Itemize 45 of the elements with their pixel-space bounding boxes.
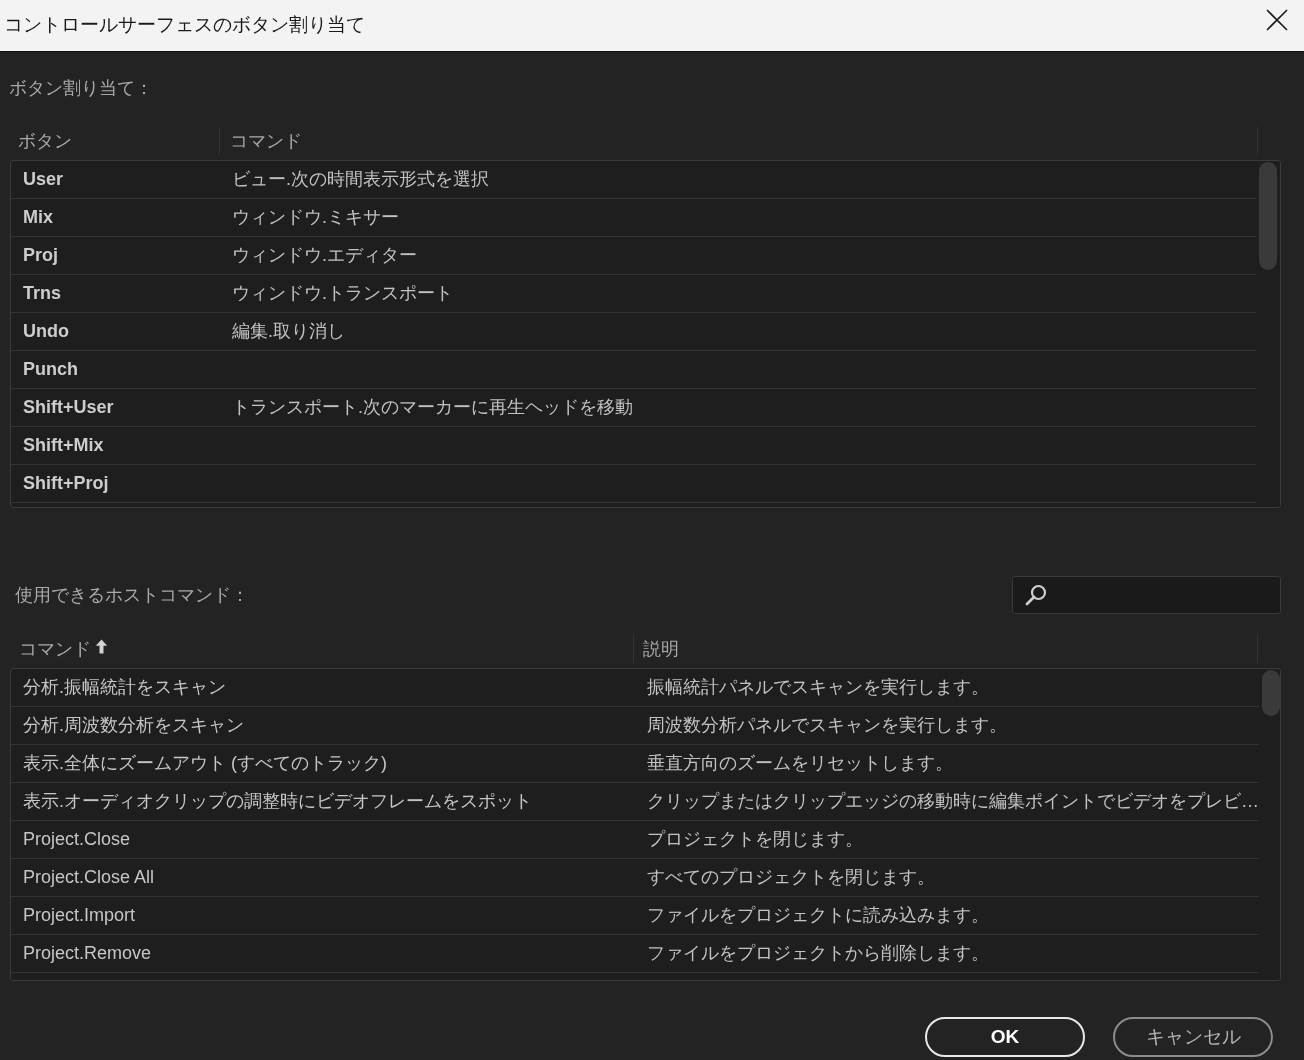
command-name[interactable]: Project.Close All <box>23 867 155 887</box>
command-description: 周波数分析パネルでスキャンを実行します。 <box>647 715 1007 735</box>
assigned-command[interactable]: ウィンドウ.エディター <box>232 245 417 265</box>
command-name[interactable]: Project.Close <box>23 829 131 849</box>
command-description: プロジェクトを閉じます。 <box>647 829 863 849</box>
assigned-command[interactable]: 編集.取り消し <box>232 321 345 341</box>
command-description: 垂直方向のズームをリセットします。 <box>647 753 953 773</box>
scrollbar-thumb[interactable] <box>1262 670 1280 716</box>
command-name[interactable]: 表示.オーディオクリップの調整時にビデオフレームをスポット <box>23 791 532 811</box>
assigned-command[interactable]: ビュー.次の時間表示形式を選択 <box>232 169 489 189</box>
command-name[interactable]: 分析.振幅統計をスキャン <box>23 677 226 697</box>
scrollbar-thumb[interactable] <box>1259 162 1277 270</box>
command-description: ファイルをプロジェクトに読み込みます。 <box>647 905 989 925</box>
close-icon[interactable] <box>1266 8 1288 31</box>
button-name[interactable]: Shift+User <box>23 397 114 417</box>
section-label: 使用できるホストコマンド： <box>14 583 249 607</box>
assigned-command[interactable]: ウィンドウ.ミキサー <box>232 207 399 227</box>
command-name[interactable]: 分析.周波数分析をスキャン <box>23 715 244 735</box>
command-description: すべてのプロジェクトを閉じます。 <box>647 867 935 887</box>
button-name[interactable]: Punch <box>23 359 78 379</box>
button-name[interactable]: Proj <box>23 245 58 265</box>
command-name[interactable]: Project.Remove <box>23 943 152 963</box>
command-description: ファイルをプロジェクトから削除します。 <box>647 943 989 963</box>
button-name[interactable]: Shift+Proj <box>23 473 109 493</box>
command-name[interactable]: Project.Import <box>23 905 136 925</box>
button-name[interactable]: Mix <box>23 207 53 227</box>
search-field[interactable] <box>1012 576 1281 614</box>
button-name[interactable]: User <box>23 169 64 189</box>
dialog-button[interactable]: OK <box>925 1017 1085 1057</box>
search-icon <box>1024 583 1048 607</box>
column-header[interactable]: 説明 <box>634 635 679 663</box>
dialog-button[interactable]: キャンセル <box>1113 1017 1273 1057</box>
button-name[interactable]: Trns <box>23 283 61 303</box>
column-header[interactable]: コマンド <box>220 127 302 155</box>
button-name[interactable]: Shift+Mix <box>23 435 104 455</box>
column-header[interactable]: ボタン <box>10 127 72 155</box>
command-description: 振幅統計パネルでスキャンを実行します。 <box>647 677 989 697</box>
assigned-command[interactable]: ウィンドウ.トランスポート <box>232 283 453 303</box>
assigned-command[interactable]: トランスポート.次のマーカーに再生ヘッドを移動 <box>232 397 633 417</box>
button-name[interactable]: Undo <box>23 321 69 341</box>
command-description: クリップまたはクリップエッジの移動時に編集ポイントでビデオをプレビ… <box>647 791 1259 811</box>
window-title: コントロールサーフェスのボタン割り当て <box>4 13 365 38</box>
column-header[interactable]: コマンド <box>10 635 108 663</box>
section-label: ボタン割り当て： <box>9 76 153 100</box>
command-name[interactable]: 表示.全体にズームアウト (すべてのトラック) <box>23 753 387 773</box>
